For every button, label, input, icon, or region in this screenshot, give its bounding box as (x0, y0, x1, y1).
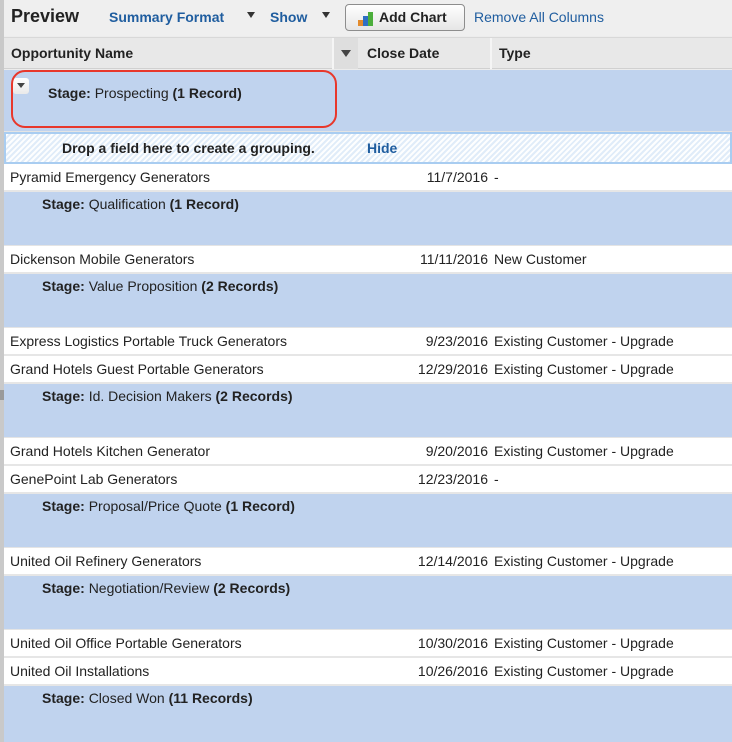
preview-title: Preview (11, 6, 80, 26)
opportunity-name-cell: Grand Hotels Kitchen Generator (10, 443, 210, 459)
group-label: Stage: Negotiation/Review (2 Records) (42, 580, 291, 596)
type-cell: Existing Customer - Upgrade (494, 663, 674, 679)
type-cell: - (494, 169, 499, 185)
close-date-cell: 9/20/2016 (425, 443, 488, 459)
close-date-cell: 12/14/2016 (417, 553, 488, 569)
panel-resize-handle[interactable] (0, 390, 4, 400)
table-row[interactable]: Pyramid Emergency Generators 11/7/2016 - (4, 164, 732, 192)
add-chart-button[interactable]: Add Chart (345, 4, 465, 31)
close-date-cell: 11/7/2016 (426, 169, 488, 185)
column-menu-button[interactable] (334, 38, 358, 69)
table-row[interactable]: United Oil Office Portable Generators 10… (4, 630, 732, 658)
column-header-type[interactable]: Type (492, 38, 732, 69)
report-grid: Stage: Prospecting (1 Record) Drop a fie… (4, 70, 732, 742)
table-row[interactable]: Dickenson Mobile Generators 11/11/2016 N… (4, 246, 732, 274)
close-date-cell: 9/23/2016 (425, 333, 488, 349)
show-menu[interactable]: Show (270, 9, 307, 25)
format-dropdown-caret-icon[interactable] (247, 12, 255, 18)
opportunity-name-cell: Pyramid Emergency Generators (10, 169, 210, 185)
opportunity-name-cell: United Oil Installations (10, 663, 150, 679)
table-row[interactable]: United Oil Refinery Generators 12/14/201… (4, 548, 732, 576)
show-dropdown-caret-icon[interactable] (322, 12, 330, 18)
opportunity-name-cell: United Oil Refinery Generators (10, 553, 202, 569)
type-cell: Existing Customer - Upgrade (494, 635, 674, 651)
table-row[interactable]: GenePoint Lab Generators 12/23/2016 - (4, 466, 732, 494)
table-row[interactable]: Grand Hotels Guest Portable Generators 1… (4, 356, 732, 384)
preview-toolbar: Preview Summary Format Show Add Chart Re… (4, 0, 732, 36)
opportunity-name-cell: Grand Hotels Guest Portable Generators (10, 361, 264, 377)
close-date-cell: 10/26/2016 (417, 663, 488, 679)
group-header-row: Stage: Id. Decision Makers (2 Records) (4, 384, 732, 438)
column-header-label: Close Date (367, 45, 440, 61)
close-date-cell: 12/23/2016 (417, 471, 488, 487)
table-row[interactable]: United Oil Installations 10/26/2016 Exis… (4, 658, 732, 686)
close-date-cell: 10/30/2016 (417, 635, 488, 651)
group-header-row: Stage: Closed Won (11 Records) (4, 686, 732, 742)
type-cell: Existing Customer - Upgrade (494, 361, 674, 377)
caret-down-icon (17, 83, 25, 88)
bar-chart-icon (358, 12, 373, 26)
column-header-close-date[interactable]: Close Date (360, 38, 492, 69)
type-cell: Existing Customer - Upgrade (494, 333, 674, 349)
type-cell: Existing Customer - Upgrade (494, 553, 674, 569)
caret-down-icon (341, 50, 351, 57)
opportunity-name-cell: Express Logistics Portable Truck Generat… (10, 333, 288, 349)
group-label: Stage: Prospecting (1 Record) (48, 85, 242, 101)
drop-zone-text: Drop a field here to create a grouping. (62, 140, 315, 156)
type-cell: New Customer (494, 251, 587, 267)
opportunity-name-cell: GenePoint Lab Generators (10, 471, 178, 487)
close-date-cell: 12/29/2016 (417, 361, 488, 377)
type-cell: - (494, 471, 499, 487)
table-row[interactable]: Express Logistics Portable Truck Generat… (4, 328, 732, 356)
group-label: Stage: Proposal/Price Quote (1 Record) (42, 498, 295, 514)
group-label: Stage: Closed Won (11 Records) (42, 690, 253, 706)
group-header-row: Stage: Negotiation/Review (2 Records) (4, 576, 732, 630)
type-cell: Existing Customer - Upgrade (494, 443, 674, 459)
group-label: Stage: Qualification (1 Record) (42, 196, 239, 212)
opportunity-name-cell: United Oil Office Portable Generators (10, 635, 242, 651)
grouping-drop-zone[interactable]: Drop a field here to create a grouping. … (4, 132, 732, 164)
add-chart-label: Add Chart (379, 9, 447, 25)
table-row[interactable]: Grand Hotels Kitchen Generator 9/20/2016… (4, 438, 732, 466)
group-label: Stage: Id. Decision Makers (2 Records) (42, 388, 293, 404)
group-header-row: Stage: Proposal/Price Quote (1 Record) (4, 494, 732, 548)
group-label: Stage: Value Proposition (2 Records) (42, 278, 279, 294)
remove-all-columns-link[interactable]: Remove All Columns (474, 9, 604, 25)
column-header-row: Opportunity Name Close Date Type (4, 37, 732, 69)
collapse-group-toggle[interactable] (13, 78, 29, 94)
column-header-opportunity-name[interactable]: Opportunity Name (4, 38, 334, 69)
group-header-row: Stage: Qualification (1 Record) (4, 192, 732, 246)
column-header-label: Type (499, 45, 531, 61)
report-preview-panel: Preview Summary Format Show Add Chart Re… (0, 0, 732, 742)
column-header-label: Opportunity Name (11, 45, 134, 61)
summary-format-menu[interactable]: Summary Format (109, 9, 224, 25)
group-header-row: Stage: Prospecting (1 Record) (4, 70, 732, 132)
hide-drop-zone-link[interactable]: Hide (367, 140, 397, 156)
close-date-cell: 11/11/2016 (420, 251, 488, 267)
group-header-row: Stage: Value Proposition (2 Records) (4, 274, 732, 328)
opportunity-name-cell: Dickenson Mobile Generators (10, 251, 195, 267)
